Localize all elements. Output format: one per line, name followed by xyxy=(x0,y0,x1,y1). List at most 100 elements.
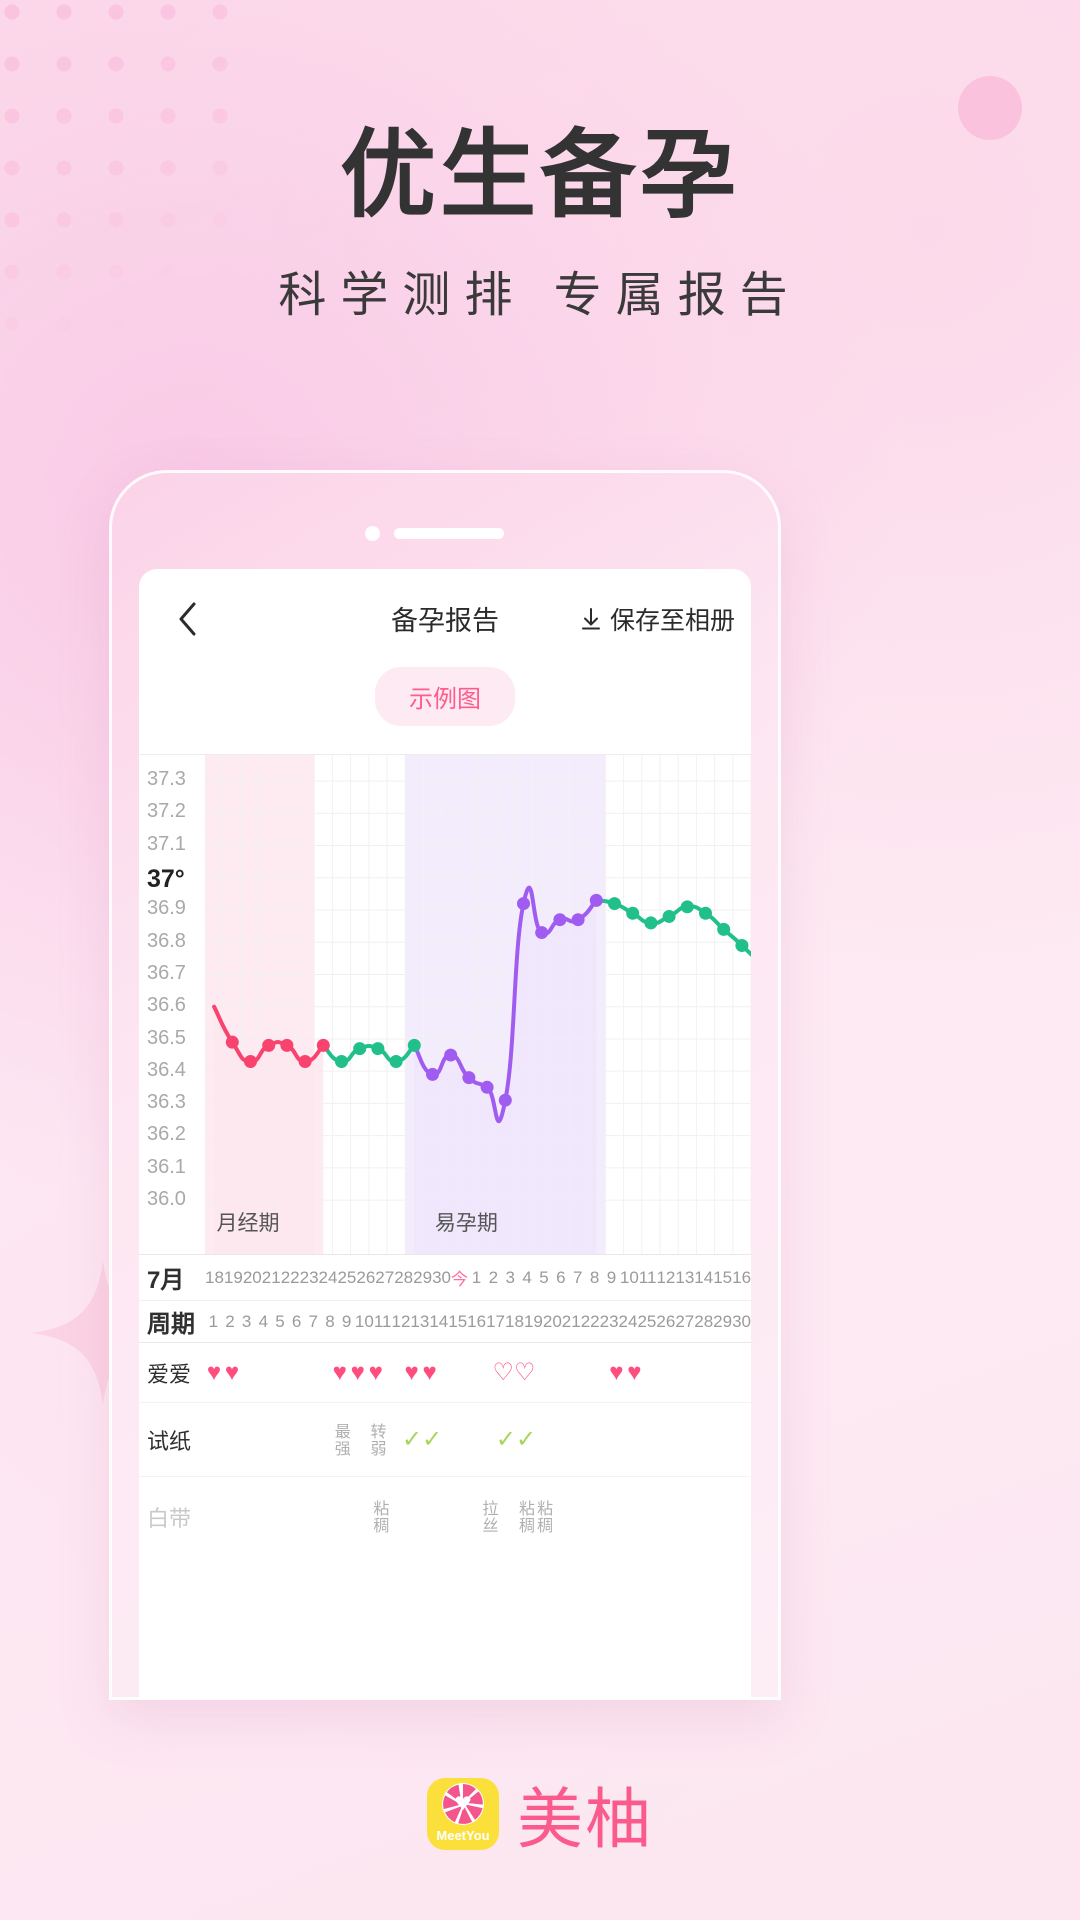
table-cell[interactable] xyxy=(241,1343,259,1402)
table-cell[interactable]: 7 xyxy=(305,1301,322,1342)
table-cell[interactable]: 29 xyxy=(713,1301,732,1342)
table-cell[interactable] xyxy=(385,1343,403,1402)
table-cell[interactable]: 25 xyxy=(337,1255,356,1300)
table-cell[interactable] xyxy=(696,1477,714,1557)
table-cell[interactable]: 3 xyxy=(238,1301,255,1342)
table-cell[interactable]: ♡ xyxy=(493,1343,515,1402)
table-cell[interactable]: 24 xyxy=(619,1301,638,1342)
table-cell[interactable] xyxy=(259,1343,277,1402)
table-cell[interactable] xyxy=(439,1343,457,1402)
table-cell[interactable] xyxy=(423,1477,441,1557)
table-cell[interactable]: 粘稠 xyxy=(369,1477,387,1557)
table-cell[interactable]: 5 xyxy=(535,1255,552,1300)
table-cell[interactable]: 29 xyxy=(413,1255,432,1300)
table-cell[interactable]: ♥ xyxy=(205,1343,223,1402)
table-cell[interactable] xyxy=(460,1403,478,1476)
table-cell[interactable] xyxy=(478,1403,496,1476)
table-cell[interactable] xyxy=(589,1343,607,1402)
table-cell[interactable]: 4 xyxy=(519,1255,536,1300)
table-cell[interactable] xyxy=(624,1477,642,1557)
table-cell[interactable] xyxy=(715,1477,733,1557)
table-cell[interactable]: ♥ xyxy=(607,1343,625,1402)
table-cell[interactable]: 22 xyxy=(581,1301,600,1342)
table-cell[interactable]: 30 xyxy=(432,1255,451,1300)
table-cell[interactable] xyxy=(205,1477,223,1557)
table-cell[interactable]: 16 xyxy=(732,1255,751,1300)
table-cell[interactable]: ♥ xyxy=(349,1343,367,1402)
table-cell[interactable] xyxy=(475,1343,493,1402)
table-cell[interactable]: 5 xyxy=(272,1301,289,1342)
table-cell[interactable]: 10 xyxy=(620,1255,639,1300)
table-cell[interactable] xyxy=(260,1477,278,1557)
table-cell[interactable] xyxy=(460,1477,478,1557)
table-cell[interactable]: 2 xyxy=(222,1301,239,1342)
table-cell[interactable]: 1 xyxy=(468,1255,485,1300)
table-cell[interactable]: ✓ xyxy=(402,1403,422,1476)
table-cell[interactable]: 14 xyxy=(694,1255,713,1300)
table-cell[interactable]: 6 xyxy=(288,1301,305,1342)
table-cell[interactable]: 27 xyxy=(675,1301,694,1342)
table-cell[interactable]: 3 xyxy=(502,1255,519,1300)
table-cell[interactable] xyxy=(442,1403,460,1476)
table-cell[interactable] xyxy=(241,1403,259,1476)
table-cell[interactable]: 9 xyxy=(603,1255,620,1300)
table-cell[interactable] xyxy=(572,1403,590,1476)
table-cell[interactable]: 粘稠 xyxy=(533,1477,551,1557)
table-cell[interactable] xyxy=(296,1477,314,1557)
table-cell[interactable]: 转弱 xyxy=(366,1403,385,1476)
table-cell[interactable] xyxy=(313,1343,331,1402)
table-cell[interactable]: 19 xyxy=(224,1255,243,1300)
table-cell[interactable]: ♡ xyxy=(514,1343,536,1402)
table-cell[interactable]: 28 xyxy=(394,1255,413,1300)
table-cell[interactable] xyxy=(644,1403,662,1476)
table-cell[interactable] xyxy=(295,1343,313,1402)
table-cell[interactable]: ♥ xyxy=(331,1343,349,1402)
table-cell[interactable]: 17 xyxy=(486,1301,505,1342)
chart-plot-area[interactable] xyxy=(205,755,751,1254)
table-cell[interactable]: 6 xyxy=(552,1255,569,1300)
table-cell[interactable] xyxy=(643,1343,661,1402)
table-cell[interactable] xyxy=(590,1403,608,1476)
table-cell[interactable] xyxy=(626,1403,644,1476)
table-cell[interactable] xyxy=(697,1343,715,1402)
table-cell[interactable]: 20 xyxy=(543,1301,562,1342)
table-cell[interactable]: 12 xyxy=(656,1255,675,1300)
table-cell[interactable]: 16 xyxy=(467,1301,486,1342)
table-cell[interactable] xyxy=(278,1477,296,1557)
table-cell[interactable] xyxy=(554,1403,572,1476)
table-cell[interactable] xyxy=(571,1343,589,1402)
table-cell[interactable] xyxy=(554,1343,572,1402)
table-cell[interactable] xyxy=(679,1343,697,1402)
table-cell[interactable] xyxy=(348,1403,366,1476)
table-cell[interactable]: ♥ xyxy=(223,1343,241,1402)
table-cell[interactable]: 8 xyxy=(586,1255,603,1300)
table-cell[interactable]: 13 xyxy=(675,1255,694,1300)
table-cell[interactable] xyxy=(697,1403,715,1476)
table-cell[interactable] xyxy=(642,1477,660,1557)
table-cell[interactable] xyxy=(733,1343,751,1402)
table-cell[interactable] xyxy=(536,1403,554,1476)
table-cell[interactable] xyxy=(678,1477,696,1557)
table-cell[interactable] xyxy=(679,1403,697,1476)
table-cell[interactable]: 23 xyxy=(600,1301,619,1342)
table-cell[interactable]: 4 xyxy=(255,1301,272,1342)
table-cell[interactable]: ♥ xyxy=(367,1343,385,1402)
table-cell[interactable] xyxy=(569,1477,587,1557)
table-cell[interactable]: 最强 xyxy=(330,1403,349,1476)
table-cell[interactable]: 26 xyxy=(356,1255,375,1300)
table-cell[interactable] xyxy=(733,1477,751,1557)
table-cell[interactable]: ♥ xyxy=(421,1343,439,1402)
table-cell[interactable]: ✓ xyxy=(496,1403,516,1476)
table-cell[interactable]: 拉丝 xyxy=(478,1477,497,1557)
table-cell[interactable] xyxy=(661,1403,679,1476)
table-cell[interactable] xyxy=(387,1477,405,1557)
table-cell[interactable] xyxy=(536,1343,554,1402)
table-cell[interactable]: 22 xyxy=(281,1255,300,1300)
table-cell[interactable] xyxy=(314,1477,332,1557)
table-cell[interactable] xyxy=(551,1477,569,1557)
table-cell[interactable] xyxy=(442,1477,460,1557)
table-cell[interactable]: 今 xyxy=(451,1255,468,1300)
table-cell[interactable]: 21 xyxy=(562,1301,581,1342)
table-cell[interactable] xyxy=(351,1477,369,1557)
table-cell[interactable]: 27 xyxy=(375,1255,394,1300)
